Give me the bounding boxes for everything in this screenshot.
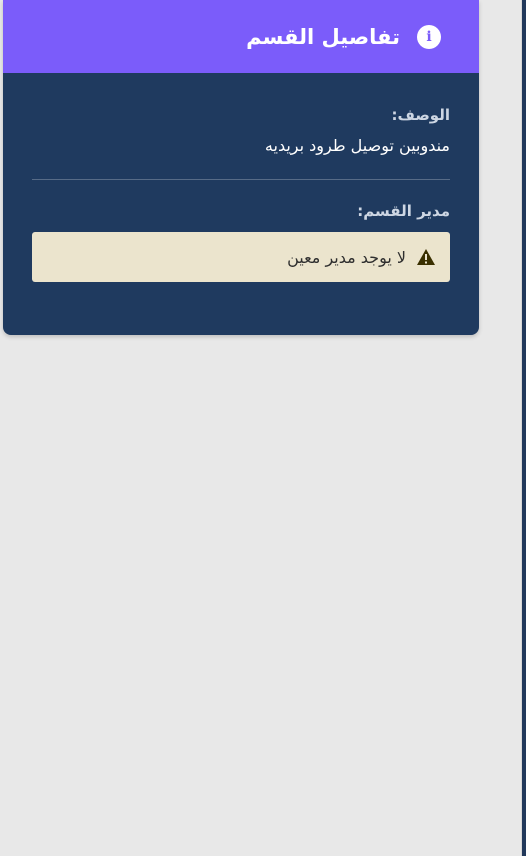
description-label: الوصف: bbox=[391, 106, 450, 124]
card-header: i تفاصيل القسم bbox=[3, 0, 479, 73]
card-title: تفاصيل القسم bbox=[246, 24, 400, 49]
alert-text: لا يوجد مدير معين bbox=[287, 247, 406, 267]
card-body: الوصف: مندوبين توصيل طرود بريديه مدير ال… bbox=[3, 73, 479, 282]
manager-label: مدير القسم: bbox=[357, 202, 450, 220]
description-value: مندوبين توصيل طرود بريديه bbox=[264, 136, 450, 155]
divider bbox=[32, 179, 450, 180]
no-manager-alert: لا يوجد مدير معين bbox=[32, 232, 450, 282]
info-icon: i bbox=[417, 24, 441, 49]
warning-icon bbox=[416, 248, 436, 266]
scroll-edge bbox=[521, 0, 526, 856]
department-details-card: i تفاصيل القسم الوصف: مندوبين توصيل طرود… bbox=[3, 0, 479, 335]
